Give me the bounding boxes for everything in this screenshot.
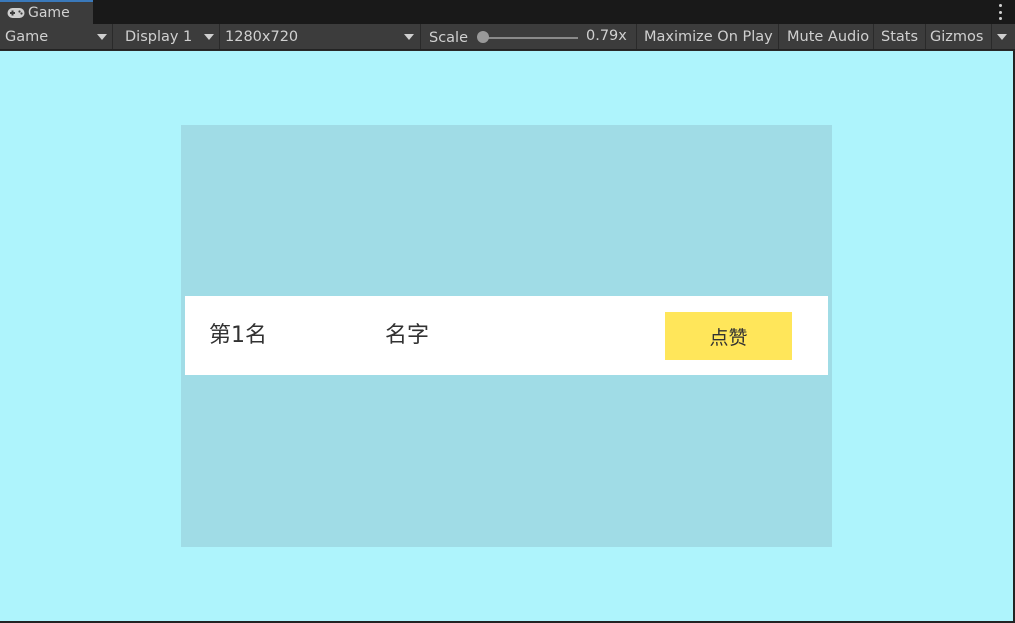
chevron-down-icon — [97, 34, 107, 40]
display-label: Display 1 — [125, 28, 193, 45]
mute-audio-label: Mute Audio — [787, 28, 870, 45]
mute-audio-toggle[interactable]: Mute Audio — [779, 24, 874, 49]
view-mode-dropdown[interactable]: Game — [0, 24, 113, 49]
maximize-on-play-label: Maximize On Play — [644, 28, 773, 45]
maximize-on-play-toggle[interactable]: Maximize On Play — [637, 24, 779, 49]
chevron-down-icon — [997, 34, 1007, 40]
scale-slider-handle[interactable] — [477, 31, 489, 43]
rank-text: 第1名 — [209, 323, 267, 348]
stats-toggle[interactable]: Stats — [874, 24, 926, 49]
tab-game[interactable]: Game — [0, 0, 93, 24]
unity-game-window: Game Game Display 1 1280x720 Scale 0.79x… — [0, 0, 1015, 623]
tab-label: Game — [28, 5, 70, 21]
gizmos-label: Gizmos — [930, 28, 984, 45]
chevron-down-icon — [204, 34, 214, 40]
scale-label: Scale — [429, 30, 469, 46]
gizmos-toggle[interactable]: Gizmos — [926, 24, 992, 49]
like-button[interactable]: 点赞 — [665, 312, 792, 360]
resolution-dropdown[interactable]: 1280x720 — [220, 24, 421, 49]
more-options-icon[interactable] — [997, 4, 1003, 20]
resolution-label: 1280x720 — [225, 28, 299, 45]
tab-strip: Game — [0, 0, 1015, 24]
stats-label: Stats — [881, 28, 919, 45]
display-dropdown[interactable]: Display 1 — [113, 24, 220, 49]
player-name-text: 名字 — [385, 323, 430, 348]
scale-slider-track[interactable] — [487, 37, 578, 39]
like-button-label: 点赞 — [709, 326, 748, 349]
view-mode-label: Game — [5, 28, 49, 45]
scale-value: 0.79x — [586, 28, 627, 44]
gamepad-icon — [7, 8, 25, 18]
chevron-down-icon — [404, 34, 414, 40]
gizmos-dropdown[interactable] — [992, 24, 1015, 49]
